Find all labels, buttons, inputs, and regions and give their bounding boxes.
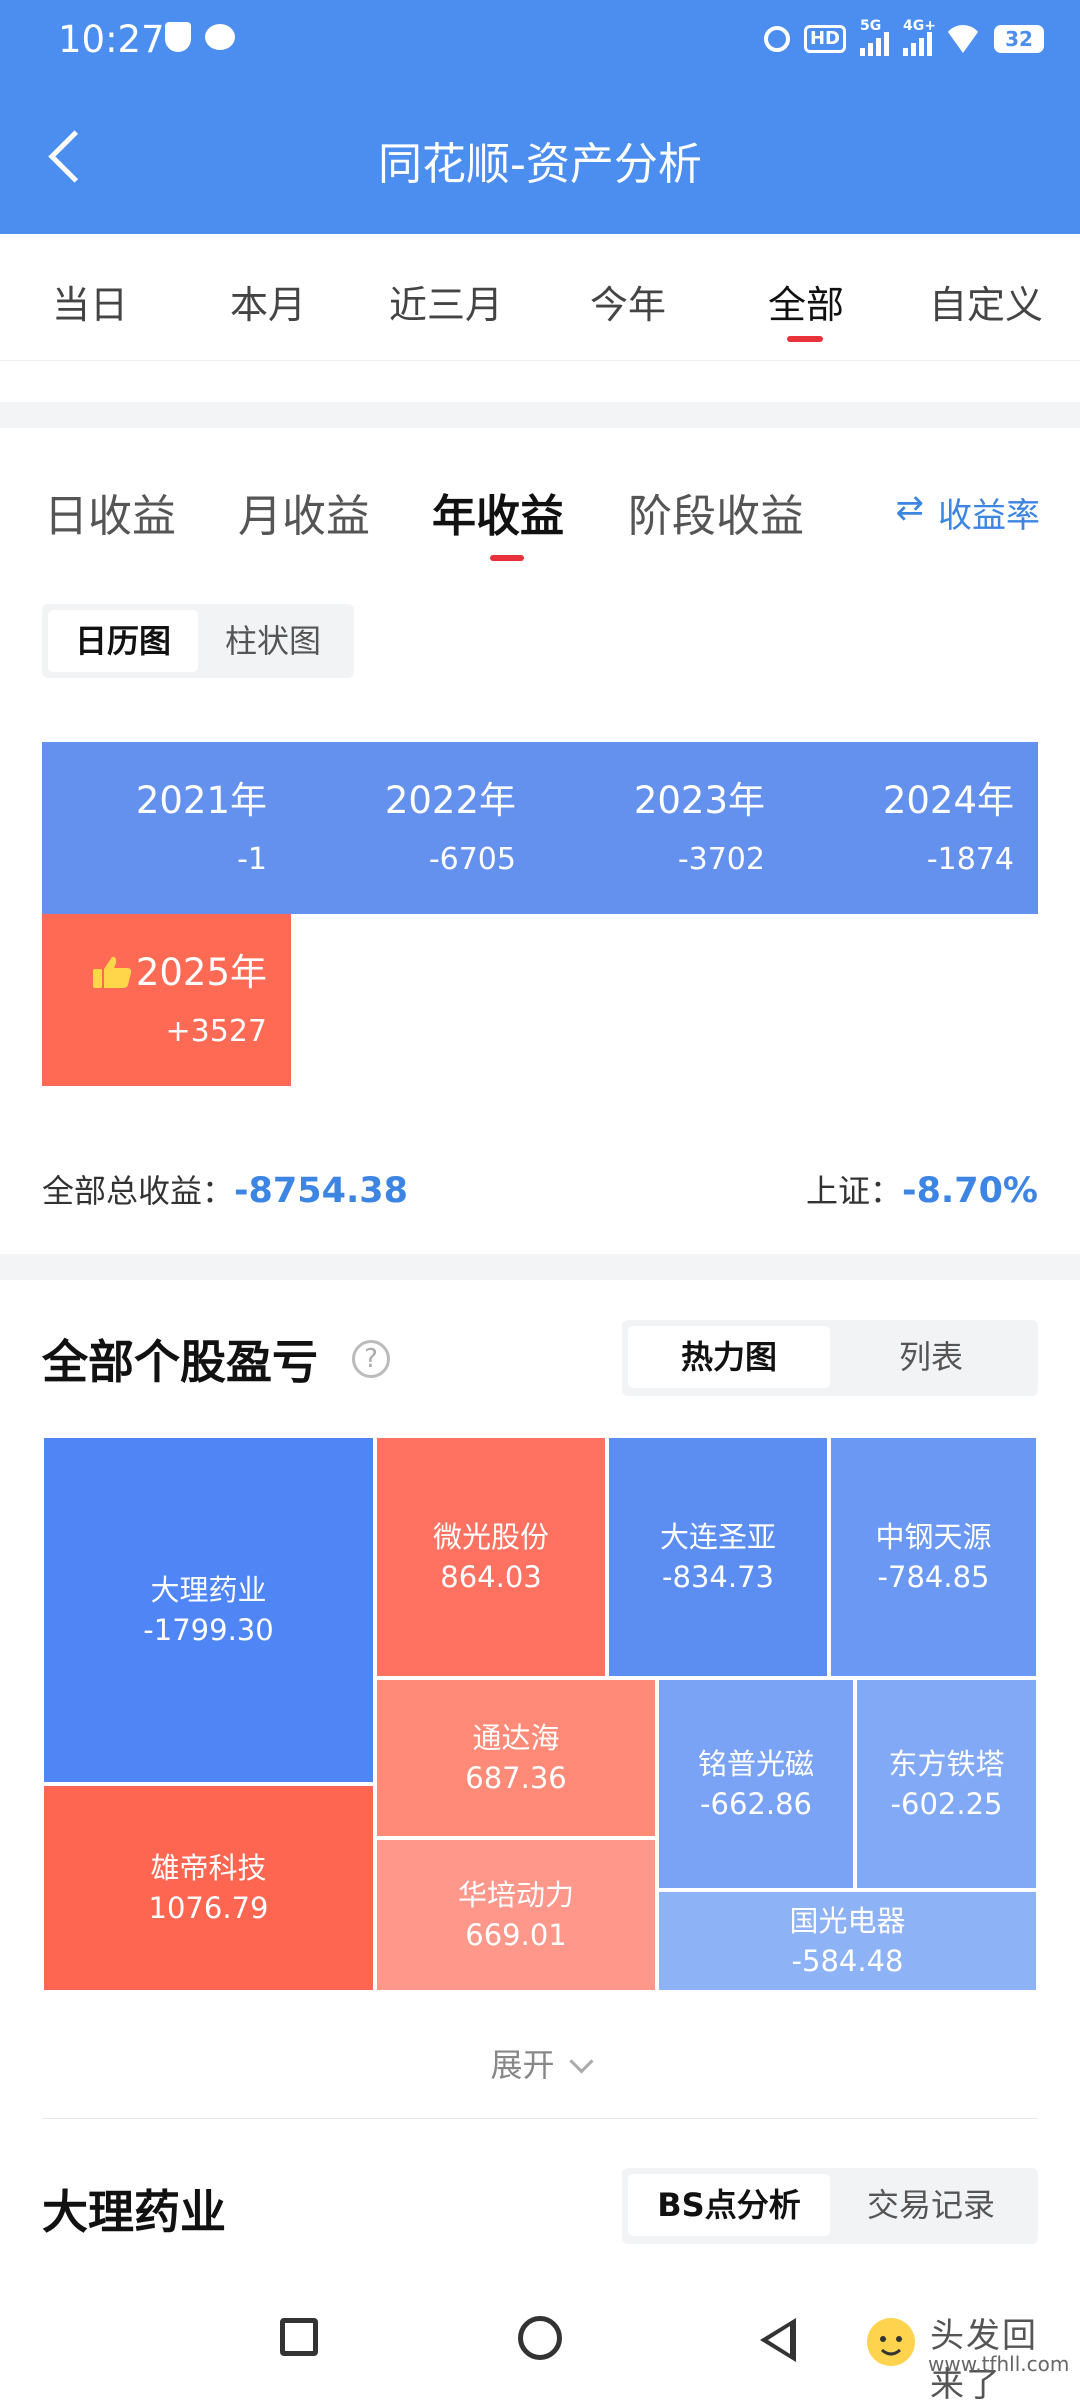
section-divider [42,2118,1038,2119]
total-returns-value: -8754.38 [234,1171,408,1211]
stocks-view-toggle: 热力图 列表 [622,1320,1038,1396]
heatmap-tile[interactable]: 铭普光磁 -662.86 [657,1678,855,1890]
mascot-icon [867,2318,915,2366]
period-tab-bar: 当日 本月 近三月 今年 全部 自定义 [0,234,1080,361]
year-cell[interactable]: 2023年 -3702 [540,742,789,914]
tab-monthly-returns[interactable]: 月收益 [238,480,370,544]
thumbs-up-icon [92,956,132,988]
trade-records-button[interactable]: 交易记录 [830,2174,1032,2236]
heatmap-tile[interactable]: 雄帝科技 1076.79 [42,1784,375,1992]
heatmap-view-button[interactable]: 热力图 [628,1326,830,1388]
bs-analysis-button[interactable]: BS点分析 [628,2174,830,2236]
chart-view-toggle: 日历图 柱状图 [42,604,354,678]
index-benchmark-value: -8.70% [902,1171,1038,1211]
return-rate-toggle[interactable]: ⇄ 收益率 [896,488,1041,537]
active-tab-indicator [490,555,524,561]
tab-this-month[interactable]: 本月 [188,274,348,329]
total-returns: 全部总收益：-8754.38 [42,1171,408,1211]
heatmap-tile[interactable]: 国光电器 -584.48 [657,1890,1038,1992]
section-divider [0,402,1080,428]
year-cell[interactable]: 2021年 -1 [42,742,291,914]
watermark: 头发回来了 www.tfhll.com [860,2300,1069,2405]
recent-apps-button[interactable] [280,2318,318,2356]
tab-custom[interactable]: 自定义 [906,274,1066,329]
tab-period-returns[interactable]: 阶段收益 [628,480,804,544]
heatmap-tile[interactable]: 微光股份 864.03 [375,1436,607,1678]
tab-today[interactable]: 当日 [10,274,170,329]
alarm-icon [763,26,790,52]
status-time: 10:27 [58,18,165,61]
shield-icon [165,22,191,52]
year-cell[interactable]: 2024年 -1874 [789,742,1038,914]
return-rate-label: 收益率 [938,496,1040,536]
swap-arrows-icon: ⇄ [895,488,925,528]
heatmap-tile[interactable]: 大理药业 -1799.30 [42,1436,375,1784]
watermark-url: www.tfhll.com [928,2352,1070,2376]
page-title: 同花顺-资产分析 [378,139,702,190]
section-divider [0,1254,1080,1280]
tab-three-months[interactable]: 近三月 [366,274,526,329]
stock-pnl-heatmap: 大理药业 -1799.30 雄帝科技 1076.79 微光股份 864.03 通达海 6… [42,1436,1038,1992]
tab-daily-returns[interactable]: 日收益 [44,480,176,544]
tab-this-year[interactable]: 今年 [548,274,708,329]
detail-view-toggle: BS点分析 交易记录 [622,2168,1038,2244]
heatmap-tile[interactable]: 大连圣亚 -834.73 [607,1436,829,1678]
back-nav-inner [768,2326,790,2354]
detail-section-title: 大理药业 [42,2185,226,2239]
tab-yearly-returns[interactable]: 年收益 [432,480,564,544]
signal-4g-icon: 4G+ [903,18,936,56]
calendar-view-button[interactable]: 日历图 [48,610,198,672]
heatmap-tile[interactable]: 通达海 687.36 [375,1678,657,1838]
list-view-button[interactable]: 列表 [830,1326,1032,1388]
yearly-returns-calendar: 2021年 -1 2022年 -6705 2023年 -3702 2024年 -… [42,742,1038,1086]
status-notification-icons [165,22,235,52]
app-header: 10:27 HD 5G 4G+ 32 同花顺-资产分析 [0,0,1080,234]
home-button[interactable] [518,2316,562,2360]
heatmap-tile[interactable]: 中钢天源 -784.85 [829,1436,1038,1678]
battery-indicator: 32 [994,25,1044,53]
year-cell[interactable]: 2025年 +3527 [42,914,291,1086]
active-tab-indicator [787,336,823,342]
stocks-section-title: 全部个股盈亏 [42,1335,318,1389]
wifi-icon [946,25,980,53]
expand-button[interactable]: 展开 [0,2040,1080,2086]
chevron-down-icon [568,2049,594,2074]
heatmap-tile[interactable]: 华培动力 669.01 [375,1838,657,1992]
hd-badge: HD [803,25,846,53]
year-cell[interactable]: 2022年 -6705 [291,742,540,914]
heatmap-tile[interactable]: 东方铁塔 -602.25 [855,1678,1038,1890]
tab-all[interactable]: 全部 [726,274,886,329]
chat-icon [205,24,235,50]
question-circle-icon[interactable]: ? [352,1340,390,1378]
signal-5g-icon: 5G [860,18,889,56]
status-indicators: HD 5G 4G+ 32 [763,18,1044,56]
index-benchmark: 上证：-8.70% [806,1171,1038,1211]
bar-view-button[interactable]: 柱状图 [198,610,348,672]
